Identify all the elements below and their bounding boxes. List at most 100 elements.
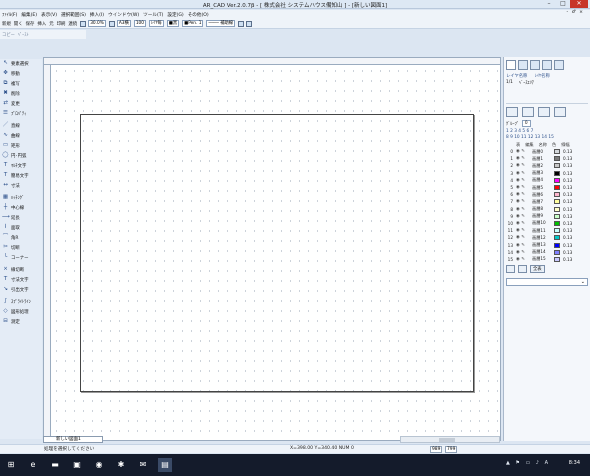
visibility-icon[interactable]: ◉ ✎ [516,250,532,255]
layer-row[interactable]: 5 ◉ ✎ 画層5 0.13 [504,184,590,191]
tool-button[interactable]: ✂ 切断 [0,243,42,253]
layer-color-swatch[interactable] [554,228,560,234]
tool-button[interactable]: ／直線 [0,121,42,131]
tool-button[interactable]: ↔ 寸法 [0,181,42,191]
menu-other[interactable]: その他(O) [188,12,209,18]
layer-row[interactable]: 12 ◉ ✎ 画層12 0.13 [504,234,590,241]
layer-icon[interactable] [238,20,245,27]
folder-icon[interactable]: ▬ [48,458,62,472]
continuous-button[interactable]: 連続 [68,21,77,27]
visibility-icon[interactable]: ◉ ✎ [516,171,532,176]
visibility-icon[interactable]: ◉ ✎ [516,199,532,204]
layer-color-swatch[interactable] [554,220,560,226]
visibility-icon[interactable]: ◉ ✎ [516,214,532,219]
menu-selection[interactable]: 選択範囲(S) [61,12,86,18]
copy-button[interactable]: コピー [2,32,15,38]
layer-edit-icon[interactable] [530,60,540,70]
maximize-button[interactable]: □ [556,0,570,8]
tool-button[interactable]: ◯ 円･円弧 [0,151,42,161]
layer-color-swatch[interactable] [554,199,560,205]
layer-color-swatch[interactable] [554,206,560,212]
layer-row[interactable]: 1 ◉ ✎ 画層1 0.13 [504,155,590,162]
save-button[interactable]: 保存 [26,21,35,27]
layer-property-icon[interactable] [554,107,566,117]
layer-color-swatch[interactable] [554,163,560,169]
tool-button[interactable]: ✖ 削除 [0,89,42,99]
new-button[interactable]: 新規 [2,21,11,27]
line-style-select[interactable]: ──── 補助線 [206,20,236,27]
layer-copy-icon[interactable] [522,107,534,117]
menu-settings[interactable]: 設定(G) [167,12,183,18]
menu-edit[interactable]: 編集(E) [21,12,37,18]
visibility-icon[interactable]: ◉ ✎ [516,235,532,240]
layer-row[interactable]: 0 ◉ ✎ 画層0 0.13 [504,148,590,155]
layer-row[interactable]: 13 ◉ ✎ 画層13 0.13 [504,241,590,248]
scale-select[interactable]: 100 [133,20,147,27]
select-icon[interactable] [506,60,516,70]
layer-row[interactable]: 15 ◉ ✎ 画層15 0.13 [504,256,590,263]
tool-button[interactable]: ▦ ﾊｯﾁﾝｸﾞ [0,193,42,203]
tool-button[interactable]: ⧉ 複写 [0,79,42,89]
layer-view-icon[interactable] [518,60,528,70]
menu-view[interactable]: 表示(V) [41,12,57,18]
layer-row[interactable]: 2 ◉ ✎ 画層2 0.13 [504,162,590,169]
scroll-thumb[interactable] [439,438,455,442]
tool-button[interactable]: ☰ ﾌﾟﾛﾊﾟﾃｨ [0,109,42,119]
layer-row[interactable]: 8 ◉ ✎ 画層8 0.13 [504,206,590,213]
open-button[interactable]: 開く [14,21,23,27]
layer-new-icon[interactable] [506,107,518,117]
paper-icon[interactable] [108,20,115,27]
layer-lock-icon[interactable] [542,60,552,70]
visibility-icon[interactable]: ◉ ✎ [516,178,532,183]
layer-color-swatch[interactable] [554,235,560,241]
layer-combo[interactable]: ⌄ [506,278,588,286]
zoom-select[interactable]: 30.0% [88,20,106,27]
menu-file[interactable]: ﾌｧｲﾙ(F) [2,12,17,18]
layer-color-swatch[interactable] [554,213,560,219]
visibility-icon[interactable]: ◉ ✎ [516,257,532,262]
tool-button[interactable]: ▭ 矩形 [0,141,42,151]
tool-button[interactable]: ⌇ 面取 [0,223,42,233]
menu-insert[interactable]: 挿入(I) [90,12,104,18]
tool-button[interactable]: ◇ 図形処理 [0,307,42,317]
tool-button[interactable]: └ コーナー [0,253,42,263]
tool-button[interactable]: ↘ 引出文字 [0,285,42,295]
visibility-icon[interactable]: ◉ ✎ [516,243,532,248]
visibility-icon[interactable]: ◉ ✎ [516,228,532,233]
document-tab[interactable]: 新しい図面1 [43,436,103,443]
browser-icon[interactable]: e [26,458,40,472]
undo-button[interactable]: 元 [49,21,53,27]
mdi-controls[interactable]: - ♂ × [566,10,584,15]
layer-color-swatch[interactable] [554,249,560,255]
layer-color-swatch[interactable] [554,177,560,183]
show-all-button[interactable]: 全表 [530,265,545,273]
layer-color-swatch[interactable] [554,156,560,162]
layer-group-icon[interactable] [554,60,564,70]
visibility-icon[interactable]: ◉ ✎ [516,192,532,197]
layer-row[interactable]: 6 ◉ ✎ 画層6 0.13 [504,191,590,198]
line-type-select[interactable]: ﾚｲﾔ毎 [149,20,164,27]
visibility-icon[interactable]: ◉ ✎ [516,221,532,226]
layer-row[interactable]: 7 ◉ ✎ 画層7 0.13 [504,198,590,205]
horizontal-scrollbar[interactable] [400,436,500,443]
print-button[interactable]: 印刷 [57,21,66,27]
tool-button[interactable]: ⨯ 線切断 [0,265,42,275]
tool-button[interactable]: ⇄ 変更 [0,99,42,109]
tool-button[interactable]: ∿ 曲線 [0,131,42,141]
zoom-icon[interactable] [80,20,87,27]
layer-color-swatch[interactable] [554,242,560,248]
base-area-label[interactable]: ﾍﾞｰｽｴﾘｱ [519,80,534,86]
mail-icon[interactable]: ✉ [136,458,150,472]
tool-button[interactable]: ∫ ｽﾌﾟﾗｲﾄﾗｲﾝ [0,297,42,307]
layer-numbers-row1[interactable]: 1 2 3 4 5 6 7 [504,128,590,135]
settings-icon[interactable]: ✱ [114,458,128,472]
visibility-icon[interactable]: ◉ ✎ [516,185,532,190]
layer-row[interactable]: 14 ◉ ✎ 画層14 0.13 [504,249,590,256]
layer-numbers-row2[interactable]: 8 9 10 11 12 13 14 15 [504,135,590,140]
page-label[interactable]: 1/1 [506,80,513,86]
visibility-icon[interactable]: ◉ ✎ [516,149,532,154]
layer-color-swatch[interactable] [554,149,560,155]
menu-tools[interactable]: ツール(T) [143,12,163,18]
group-select[interactable]: 0 [521,120,531,127]
layer-color-swatch[interactable] [554,185,560,191]
